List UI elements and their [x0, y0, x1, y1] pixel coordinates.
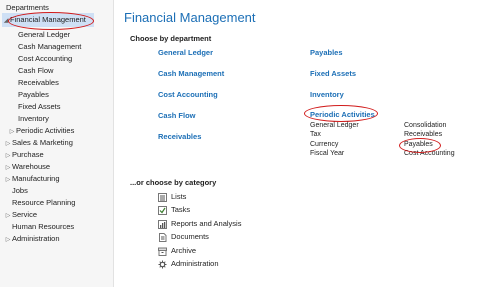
category-reports-and-analysis[interactable]: Reports and Analysis: [158, 219, 241, 229]
highlight-oval-periodic-activities: [304, 105, 378, 122]
list-icon: [158, 192, 167, 202]
choose-by-category-heading: ...or choose by category: [130, 178, 217, 187]
periodic-link-consolidation[interactable]: Consolidation: [404, 122, 446, 129]
highlight-oval-payables: [399, 138, 441, 153]
sidebar-item-resource-planning[interactable]: Resource Planning: [4, 198, 75, 208]
periodic-link-tax[interactable]: Tax: [310, 131, 321, 138]
collapsed-triangle-icon[interactable]: ▷: [4, 211, 12, 221]
sidebar-item-cash-management[interactable]: Cash Management: [18, 42, 81, 52]
category-tasks[interactable]: Tasks: [158, 205, 190, 215]
sidebar-item-cost-accounting[interactable]: Cost Accounting: [18, 54, 72, 64]
link-inventory[interactable]: Inventory: [310, 90, 344, 99]
sidebar-item-receivables[interactable]: Receivables: [18, 78, 59, 88]
sidebar-item-warehouse[interactable]: ▷ Warehouse: [4, 162, 50, 172]
sidebar-item-service[interactable]: ▷ Service: [4, 210, 37, 220]
link-general-ledger[interactable]: General Ledger: [158, 48, 213, 57]
document-icon: [159, 232, 167, 242]
category-documents[interactable]: Documents: [158, 232, 209, 242]
periodic-link-general-ledger[interactable]: General Ledger: [310, 122, 359, 129]
category-administration[interactable]: Administration: [158, 259, 219, 269]
collapsed-triangle-icon[interactable]: ▷: [4, 235, 12, 245]
page-title: Financial Management: [124, 10, 256, 25]
gear-icon: [158, 260, 167, 269]
sidebar: Departments ◢ Financial Management Genera…: [0, 0, 114, 287]
sidebar-item-purchase[interactable]: ▷ Purchase: [4, 150, 44, 160]
archive-icon: [158, 247, 167, 256]
collapsed-triangle-icon[interactable]: ▷: [4, 175, 12, 185]
link-cash-management[interactable]: Cash Management: [158, 69, 224, 78]
collapsed-triangle-icon[interactable]: ▷: [8, 127, 16, 137]
sidebar-item-jobs[interactable]: Jobs: [4, 186, 28, 196]
sidebar-item-human-resources[interactable]: Human Resources: [4, 222, 74, 232]
link-payables[interactable]: Payables: [310, 48, 343, 57]
choose-by-department-heading: Choose by department: [130, 34, 212, 43]
category-archive[interactable]: Archive: [158, 246, 196, 256]
sidebar-item-payables[interactable]: Payables: [18, 90, 49, 100]
report-icon: [158, 219, 167, 229]
periodic-link-currency[interactable]: Currency: [310, 141, 338, 148]
main-panel: Financial Management Choose by departmen…: [114, 0, 500, 287]
tasks-icon: [158, 205, 167, 215]
collapsed-triangle-icon[interactable]: ▷: [4, 151, 12, 161]
category-lists[interactable]: Lists: [158, 192, 186, 202]
link-cash-flow[interactable]: Cash Flow: [158, 111, 196, 120]
sidebar-item-sales-marketing[interactable]: ▷ Sales & Marketing: [4, 138, 73, 148]
sidebar-item-manufacturing[interactable]: ▷ Manufacturing: [4, 174, 60, 184]
sidebar-item-inventory[interactable]: Inventory: [18, 114, 49, 124]
periodic-link-receivables[interactable]: Receivables: [404, 131, 442, 138]
sidebar-item-general-ledger[interactable]: General Ledger: [18, 30, 70, 40]
sidebar-item-periodic-activities[interactable]: ▷ Periodic Activities: [8, 126, 75, 137]
sidebar-item-administration[interactable]: ▷ Administration: [4, 234, 60, 244]
highlight-oval-financial-management: [8, 12, 94, 30]
link-fixed-assets[interactable]: Fixed Assets: [310, 69, 356, 78]
collapsed-triangle-icon[interactable]: ▷: [4, 163, 12, 173]
collapsed-triangle-icon[interactable]: ▷: [4, 139, 12, 149]
sidebar-item-cash-flow[interactable]: Cash Flow: [18, 66, 53, 76]
periodic-link-fiscal-year[interactable]: Fiscal Year: [310, 150, 344, 157]
link-cost-accounting[interactable]: Cost Accounting: [158, 90, 218, 99]
sidebar-item-fixed-assets[interactable]: Fixed Assets: [18, 102, 61, 112]
link-receivables[interactable]: Receivables: [158, 132, 201, 141]
